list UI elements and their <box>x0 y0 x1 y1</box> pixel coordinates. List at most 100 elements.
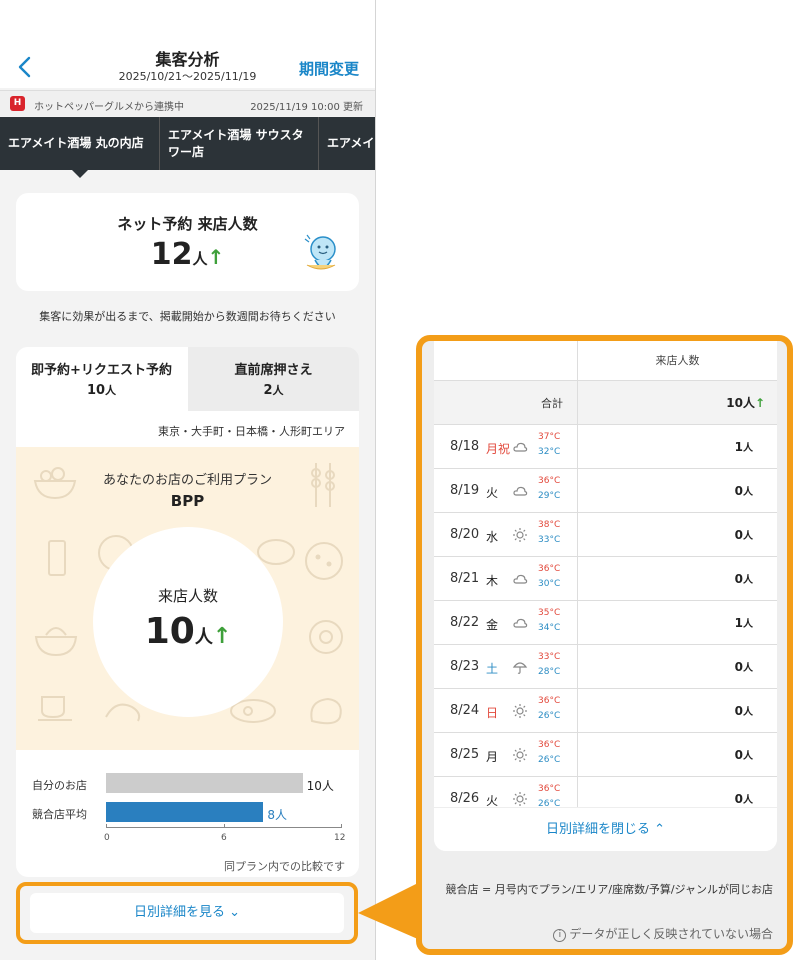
hotpepper-logo-icon: H <box>10 96 25 111</box>
cloud-icon <box>513 574 528 584</box>
total-label: 合計 <box>541 397 563 410</box>
row-day-of-week: 月 <box>486 750 499 764</box>
plan-panel: あなたのお店のご利用プラン BPP 来店人数 10人↑ <box>16 447 359 750</box>
tab-store-marunouchi[interactable]: エアメイト酒場 丸の内店 <box>0 117 160 170</box>
cloud-icon <box>513 442 528 452</box>
umbrella-icon <box>512 662 528 674</box>
x-tick <box>224 824 225 828</box>
daily-row: 8/22 金 35°C 34°C 1人 <box>434 601 777 645</box>
row-count-unit: 人 <box>743 531 753 542</box>
net-value-number: 12 <box>150 237 193 272</box>
segment-value-unit: 人 <box>272 384 284 397</box>
comparison-note: 同プラン内での比較です <box>224 860 345 873</box>
trend-up-icon: ↑ <box>212 624 232 649</box>
row-low-temp: 34°C <box>538 623 561 633</box>
change-period-button[interactable]: 期間変更 <box>299 58 359 79</box>
segment-value-unit: 人 <box>105 384 117 397</box>
row-day-of-week: 土 <box>486 662 499 676</box>
tab-last-minute[interactable]: 直前席押さえ 2人 <box>188 347 359 411</box>
column-divider <box>577 645 578 689</box>
net-value-unit: 人 <box>192 250 208 268</box>
row-date: 8/18 <box>450 439 480 454</box>
tab-instant-request[interactable]: 即予約+リクエスト予約 10人 <box>16 347 187 411</box>
x-tick <box>341 824 342 828</box>
visitors-unit: 人 <box>194 627 213 648</box>
plan-card: 即予約+リクエスト予約 10人 直前席押さえ 2人 東京・大手町・日本橋・人形町… <box>16 347 359 877</box>
row-high-temp: 35°C <box>538 608 561 618</box>
callout-pointer <box>358 882 420 940</box>
bar-value-competitor: 8人 <box>267 808 287 822</box>
row-day-of-week: 火 <box>486 486 499 500</box>
row-high-temp: 33°C <box>538 652 561 662</box>
row-count-unit: 人 <box>743 575 753 586</box>
close-daily-detail-button[interactable]: 日別詳細を閉じる ⌃ <box>434 807 777 851</box>
cloud-icon <box>513 486 528 496</box>
row-visitor-count: 0人 <box>735 703 753 718</box>
sun-icon <box>513 704 527 718</box>
column-divider <box>577 733 578 777</box>
segment-value: 2人 <box>188 381 359 401</box>
bar-own <box>106 773 303 793</box>
column-divider <box>577 557 578 601</box>
row-count-number: 0 <box>734 572 743 586</box>
chevron-up-icon: ⌃ <box>654 822 666 837</box>
sun-icon <box>513 528 527 542</box>
row-count-unit: 人 <box>743 751 753 762</box>
row-day-of-week: 日 <box>486 706 499 720</box>
close-label: 日別詳細を閉じる <box>545 822 650 837</box>
mascot-icon <box>304 234 336 270</box>
row-count-number: 0 <box>734 748 743 762</box>
row-count-number: 0 <box>734 792 743 806</box>
sun-icon <box>513 748 527 762</box>
x-tick-label: 6 <box>221 833 227 843</box>
row-date: 8/19 <box>450 483 480 498</box>
row-count-number: 1 <box>734 440 743 454</box>
row-high-temp: 36°C <box>538 476 561 486</box>
column-divider <box>577 381 578 425</box>
area-label: 東京・大手町・日本橋・人形町エリア <box>158 425 345 438</box>
active-tab-indicator <box>72 170 88 178</box>
bar-label-own: 自分のお店 <box>32 779 87 792</box>
column-header-visitors: 来店人数 <box>577 341 777 381</box>
tab-store-southtower[interactable]: エアメイト酒場 サウスタワー店 <box>160 117 319 170</box>
pizza-slice-icon <box>305 542 343 580</box>
daily-row: 8/23 土 33°C 28°C 0人 <box>434 645 777 689</box>
row-date: 8/20 <box>450 527 480 542</box>
highlight-frame: 日別詳細を見る ⌄ <box>16 882 358 944</box>
row-visitor-count: 1人 <box>735 615 753 630</box>
tab-store-next[interactable]: エアメイ <box>319 117 375 170</box>
row-visitor-count: 0人 <box>735 747 753 762</box>
daily-detail-zoom-panel: 来店人数 合計 10人↑ 8/18 月祝 37°C 32°C 1人 8/19 火 36°C 29… <box>416 335 793 955</box>
row-count-number: 0 <box>734 528 743 542</box>
row-visitor-count: 0人 <box>735 791 753 806</box>
daily-row: 8/20 水 38°C 33°C 0人 <box>434 513 777 557</box>
row-low-temp: 32°C <box>538 447 561 457</box>
row-high-temp: 37°C <box>538 432 561 442</box>
row-count-unit: 人 <box>743 795 753 806</box>
sun-icon <box>513 792 527 806</box>
row-visitor-count: 1人 <box>735 439 753 454</box>
visitors-value: 10人↑ <box>93 611 283 652</box>
data-issue-link[interactable]: i データが正しく反映されていない場合 <box>553 925 773 942</box>
header: 集客分析 2025/10/21〜2025/11/19 期間変更 <box>0 0 375 88</box>
daily-row: 8/19 火 36°C 29°C 0人 <box>434 469 777 513</box>
store-tabs: エアメイト酒場 丸の内店 エアメイト酒場 サウスタワー店 エアメイ <box>0 117 375 170</box>
row-high-temp: 36°C <box>538 784 561 794</box>
row-count-number: 0 <box>734 484 743 498</box>
chevron-down-icon: ⌄ <box>229 905 241 920</box>
row-low-temp: 30°C <box>538 579 561 589</box>
button-label: 日別詳細を見る <box>133 905 225 920</box>
column-divider <box>577 601 578 645</box>
row-date: 8/21 <box>450 571 480 586</box>
net-reservation-card: ネット予約 来店人数 12人↑ <box>16 193 359 291</box>
row-count-number: 1 <box>734 616 743 630</box>
bar-competitor <box>106 802 264 822</box>
meat-icon <box>310 697 342 725</box>
show-daily-detail-button[interactable]: 日別詳細を見る ⌄ <box>30 893 344 933</box>
bar-label-competitor: 競合店平均 <box>32 808 87 821</box>
row-date: 8/24 <box>450 703 480 718</box>
bar-value-own: 10人 <box>306 779 334 793</box>
segment-value: 10人 <box>16 381 187 401</box>
row-count-unit: 人 <box>743 443 753 454</box>
x-tick <box>106 824 107 828</box>
